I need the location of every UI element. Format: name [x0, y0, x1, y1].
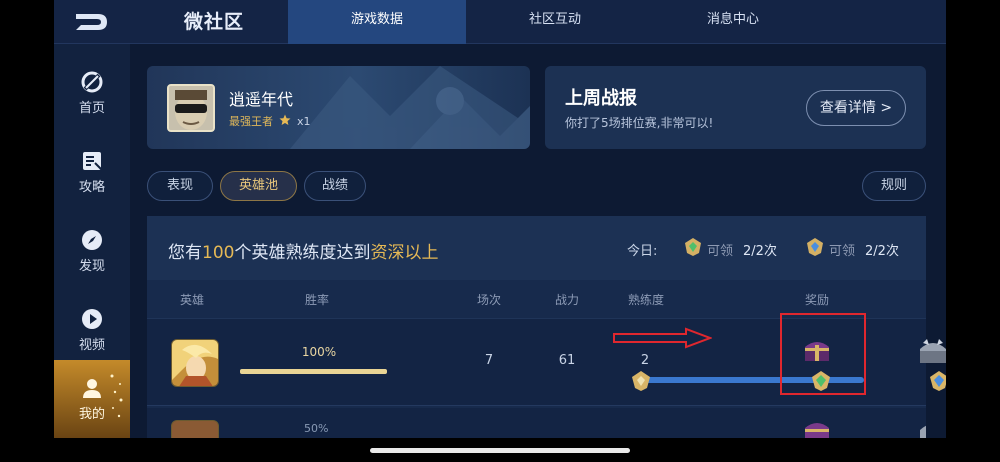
column-reward: 奖励: [804, 293, 829, 307]
app-screen: 微社区 游戏数据 社区互动 消息中心 首页 攻略 发现 视频 我的 逍遥年代 最…: [54, 0, 946, 438]
rules-button[interactable]: 规则: [862, 171, 926, 201]
guide-icon: [81, 150, 103, 172]
panel-header: 您有100个英雄熟练度达到资深以上 今日: 可领 2/2次 可领 2/2次: [147, 216, 926, 280]
silver-chest-icon[interactable]: [917, 418, 926, 438]
gem-emblem-icon: [683, 237, 703, 261]
compass-icon: [81, 229, 103, 251]
table-row[interactable]: 100% 7 61 2: [147, 313, 946, 406]
tab-community[interactable]: 社区互动: [466, 0, 644, 44]
tab-hero-pool[interactable]: 英雄池: [220, 171, 297, 201]
column-proficiency: 熟练度: [627, 293, 664, 307]
proficiency-value: 2: [640, 353, 650, 368]
annotation-highlight-box: [780, 313, 866, 395]
column-power: 战力: [554, 293, 579, 307]
sidebar: 首页 攻略 发现 视频 我的: [54, 44, 130, 438]
star-count: x1: [297, 114, 311, 128]
sidebar-item-home[interactable]: 首页: [54, 54, 130, 132]
hero-pool-panel: 您有100个英雄熟练度达到资深以上 今日: 可领 2/2次 可领 2/2次 英雄…: [147, 216, 946, 438]
claim-count: 2/2次: [743, 243, 777, 259]
summary-count: 100: [202, 243, 235, 263]
sidebar-item-label: 我的: [78, 406, 105, 422]
play-icon: [81, 308, 103, 330]
sidebar-item-label: 视频: [78, 337, 105, 353]
tab-performance[interactable]: 表现: [147, 171, 213, 201]
win-rate-bar: [240, 369, 387, 374]
weekly-report-card: 上周战报 你打了5场排位赛,非常可以! 查看详情 >: [545, 66, 926, 149]
gold-emblem-icon[interactable]: [630, 370, 652, 392]
top-bar: 微社区 游戏数据 社区互动 消息中心: [54, 0, 946, 44]
win-rate-text: 100%: [301, 345, 337, 359]
sidebar-item-guide[interactable]: 攻略: [54, 133, 130, 211]
gem-emblem-icon: [805, 237, 825, 261]
annotation-arrow: [613, 327, 712, 349]
sidebar-item-label: 首页: [78, 100, 105, 116]
column-hero: 英雄: [179, 293, 204, 307]
today-label: 今日:: [627, 244, 658, 259]
device-frame: 微社区 游戏数据 社区互动 消息中心 首页 攻略 发现 视频 我的 逍遥年代 最…: [0, 0, 1000, 462]
hero-banner-art: [290, 66, 530, 149]
claim-reward-1[interactable]: 可领 2/2次: [683, 237, 777, 261]
back-logo-icon[interactable]: [54, 0, 130, 44]
user-icon: [81, 377, 103, 399]
sidebar-item-me[interactable]: 我的: [54, 360, 130, 438]
username: 逍遥年代: [229, 90, 294, 109]
silver-chest-icon[interactable]: [917, 337, 946, 365]
hero-portrait[interactable]: [171, 420, 219, 438]
weekly-title: 上周战报: [565, 88, 637, 109]
rank-title: 最强王者: [229, 115, 273, 128]
sparkle-icon: [110, 374, 123, 418]
summary-level: 资深以上: [370, 243, 439, 263]
avatar[interactable]: [167, 84, 215, 132]
tab-messages[interactable]: 消息中心: [644, 0, 822, 44]
games-count: 7: [484, 353, 494, 368]
column-win-rate: 胜率: [304, 293, 329, 307]
win-rate-fill: [240, 369, 387, 374]
tab-records[interactable]: 战绩: [304, 171, 366, 201]
claim-count: 2/2次: [865, 243, 899, 259]
hero-portrait[interactable]: [171, 339, 219, 387]
gem-emblem-icon[interactable]: [928, 370, 946, 392]
sidebar-item-video[interactable]: 视频: [54, 291, 130, 369]
view-details-button[interactable]: 查看详情 >: [806, 90, 906, 126]
sidebar-item-label: 攻略: [78, 179, 105, 195]
weekly-subtitle: 你打了5场排位赛,非常可以!: [565, 116, 714, 130]
sidebar-item-label: 发现: [78, 258, 105, 274]
win-rate-text: 50%: [304, 422, 329, 435]
summary-prefix: 您有: [168, 243, 202, 263]
home-indicator[interactable]: [370, 448, 630, 453]
column-games: 场次: [476, 293, 501, 307]
claim-label: 可领: [829, 243, 856, 259]
tab-game-data[interactable]: 游戏数据: [288, 0, 466, 44]
profile-card[interactable]: 逍遥年代 最强王者 x1: [147, 66, 530, 149]
power-value: 61: [558, 353, 576, 368]
rank-info: 最强王者 x1: [229, 113, 311, 129]
app-title: 微社区: [184, 11, 245, 33]
claim-reward-2[interactable]: 可领 2/2次: [805, 237, 899, 261]
sidebar-item-discover[interactable]: 发现: [54, 212, 130, 290]
star-icon: [279, 114, 291, 129]
claim-label: 可领: [707, 243, 734, 259]
proficiency-summary: 您有100个英雄熟练度达到资深以上: [168, 238, 438, 263]
table-row[interactable]: 50%: [147, 408, 926, 438]
treasure-chest-icon[interactable]: [802, 418, 832, 438]
summary-middle: 个英雄熟练度达到: [234, 243, 371, 263]
home-icon: [81, 71, 103, 93]
